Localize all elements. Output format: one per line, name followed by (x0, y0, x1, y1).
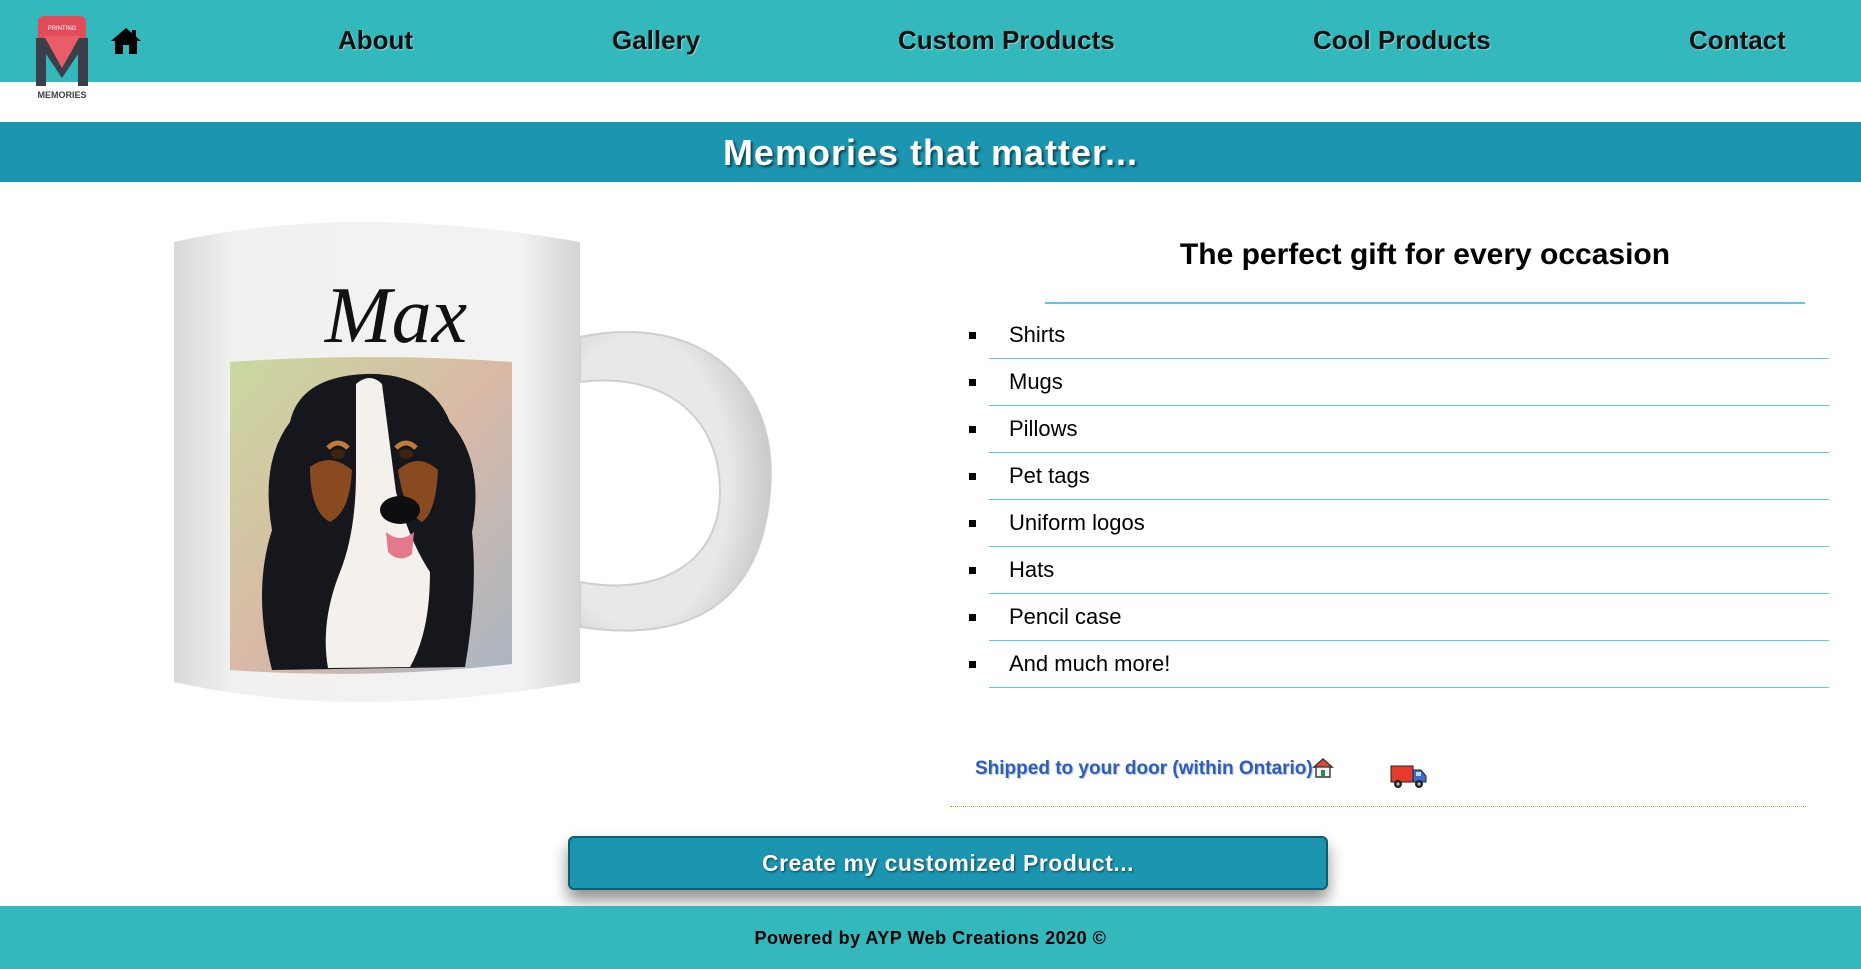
svg-text:PRINTING: PRINTING (48, 26, 77, 32)
heading-divider (1045, 302, 1805, 304)
bullet-icon (969, 473, 976, 480)
list-item-label: Mugs (1009, 369, 1063, 394)
list-item: And much more! (969, 641, 1829, 688)
list-item: Mugs (969, 359, 1829, 406)
custom-mug-image: Max (174, 222, 772, 702)
list-item: Shirts (969, 312, 1829, 359)
list-item-label: And much more! (1009, 651, 1171, 676)
list-item: Pet tags (969, 453, 1829, 500)
list-item-label: Pillows (1009, 416, 1078, 441)
shipping-note: Shipped to your door (within Ontario) (975, 758, 1313, 779)
list-item-label: Shirts (1009, 322, 1066, 347)
product-list: Shirts Mugs Pillows Pet tags Uniform log… (969, 312, 1829, 688)
house-icon (1312, 758, 1334, 778)
bullet-icon (969, 614, 976, 621)
bullet-icon (969, 567, 976, 574)
dog-illustration (262, 373, 476, 670)
bullet-icon (969, 426, 976, 433)
home-icon[interactable] (110, 26, 142, 56)
bullet-icon (969, 520, 976, 527)
list-item-label: Uniform logos (1009, 510, 1145, 535)
bullet-icon (969, 379, 976, 386)
list-item: Pillows (969, 406, 1829, 453)
banner-title: Memories that matter... (722, 132, 1139, 173)
nav-link-custom-products[interactable]: Custom Products (898, 25, 1115, 56)
bullet-icon (969, 661, 976, 668)
list-item-label: Pet tags (1009, 463, 1090, 488)
top-nav: PRINTING MEMORIES About Gallery Custom P… (0, 0, 1861, 100)
footer: Powered by AYP Web Creations 2020 © (0, 906, 1861, 969)
list-item: Uniform logos (969, 500, 1829, 547)
hero-banner: Memories that matter... (0, 122, 1861, 182)
bullet-icon (969, 332, 976, 339)
nav-link-about[interactable]: About (338, 25, 413, 56)
mug-name-text: Max (324, 272, 467, 360)
svg-text:MEMORIES: MEMORIES (37, 90, 86, 100)
list-item-label: Pencil case (1009, 604, 1122, 629)
panel-heading: The perfect gift for every occasion (1179, 238, 1671, 271)
dotted-divider (950, 806, 1806, 807)
list-item-label: Hats (1009, 557, 1055, 582)
footer-credit: Powered by AYP Web Creations 2020 © (754, 928, 1107, 948)
list-item: Hats (969, 547, 1829, 594)
nav-link-gallery[interactable]: Gallery (612, 25, 700, 56)
printing-memories-logo[interactable]: PRINTING MEMORIES (34, 16, 94, 106)
list-item: Pencil case (969, 594, 1829, 641)
nav-link-cool-products[interactable]: Cool Products (1313, 25, 1491, 56)
create-product-button[interactable]: Create my customized Product... (568, 836, 1328, 890)
nav-link-contact[interactable]: Contact (1689, 25, 1786, 56)
truck-icon (1390, 765, 1427, 788)
